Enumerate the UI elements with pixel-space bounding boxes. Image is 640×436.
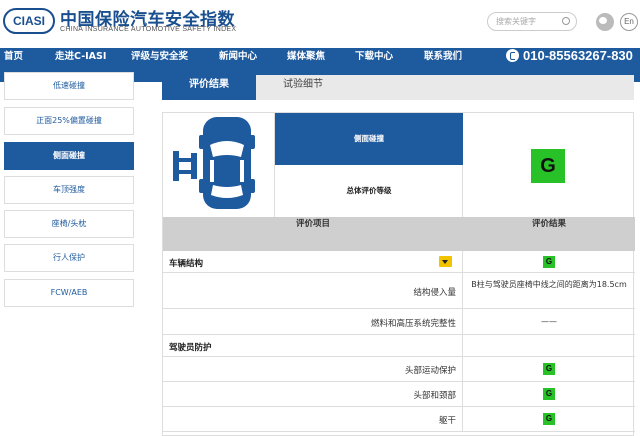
logo[interactable]: CIASI <box>3 8 55 34</box>
sub-item-label: 头部和颈部 <box>413 391 456 401</box>
site-header: CIASI 中国保险汽车安全指数 CHINA INSURANCE AUTOMOT… <box>0 0 640 46</box>
overall-rating-cell: G <box>463 113 635 217</box>
table-row: 燃料和高压系统完整性 —— <box>163 309 635 335</box>
search-placeholder: 搜索关键字 <box>496 17 536 26</box>
wechat-icon[interactable] <box>596 13 614 31</box>
sidebar-item-small-overlap[interactable]: 正面25%偏置碰撞 <box>4 107 134 135</box>
table-row: 结构侵入量 B柱与驾驶员座椅中线之间的距离为18.5cm <box>163 273 635 309</box>
column-header-result: 评价结果 <box>531 219 566 229</box>
overall-rating-label: 总体评价等级 <box>346 186 392 195</box>
table-header: 评价项目 评价结果 <box>163 217 635 251</box>
column-header-item: 评价项目 <box>295 219 330 229</box>
sub-item-label: 燃料和高压系统完整性 <box>370 319 456 329</box>
site-subtitle: CHINA INSURANCE AUTOMOTIVE SAFETY INDEX <box>60 26 237 33</box>
page: CIASI 中国保险汽车安全指数 CHINA INSURANCE AUTOMOT… <box>0 0 640 436</box>
sub-item-label: 头部运动保护 <box>404 366 456 376</box>
rating-badge: G <box>543 388 555 400</box>
search-icon[interactable] <box>562 17 570 25</box>
logo-text: CIASI <box>12 14 45 28</box>
table-row: 头部运动保护 G <box>163 357 635 382</box>
table-row: 躯干 G <box>163 407 635 432</box>
tab-test-details[interactable]: 试验细节 <box>256 75 350 100</box>
phone-number: 010-85563267-830 <box>523 48 633 63</box>
sidebar-item-fcw-aeb[interactable]: FCW/AEB <box>4 279 134 307</box>
table-row: 车辆结构 G <box>163 251 635 273</box>
language-switch[interactable]: En <box>620 13 638 31</box>
sidebar-item-seat-headrest[interactable]: 座椅/头枕 <box>4 210 134 238</box>
overall-rating-badge: G <box>531 149 565 183</box>
result-text: —— <box>541 317 557 326</box>
phone-icon <box>506 49 519 62</box>
test-name: 侧面碰撞 <box>275 113 463 165</box>
category-label: 车辆结构 <box>169 259 204 269</box>
rating-badge: G <box>543 363 555 375</box>
expand-icon[interactable] <box>439 256 452 267</box>
sidebar-item-side-impact[interactable]: 侧面碰撞 <box>4 142 134 170</box>
results-table: 侧面碰撞 总体评价等级 G 评价项目 评价结果 车辆结构 G 结构侵入量 B柱与… <box>162 112 635 436</box>
summary-cell: 侧面碰撞 总体评价等级 <box>275 113 463 217</box>
category-label: 驾驶员防护 <box>169 343 212 353</box>
rating-badge: G <box>543 413 555 425</box>
tab-bar: 评价结果 试验细节 <box>162 75 634 100</box>
search-input[interactable]: 搜索关键字 <box>487 12 577 31</box>
tab-results[interactable]: 评价结果 <box>162 75 256 100</box>
result-text: B柱与驾驶员座椅中线之间的距离为18.5cm <box>471 280 627 289</box>
table-row: 头部和颈部 G <box>163 382 635 407</box>
table-row: 驾驶员防护 <box>163 335 635 357</box>
side-impact-car-icon <box>173 117 255 209</box>
sub-item-label: 结构侵入量 <box>413 288 456 298</box>
sidebar-item-low-speed[interactable]: 低速碰撞 <box>4 72 134 100</box>
sidebar-item-roof-strength[interactable]: 车顶强度 <box>4 176 134 204</box>
car-diagram-cell <box>163 113 275 217</box>
rating-badge: G <box>543 256 555 268</box>
sidebar-item-pedestrian[interactable]: 行人保护 <box>4 244 134 272</box>
sub-item-label: 躯干 <box>438 416 456 426</box>
